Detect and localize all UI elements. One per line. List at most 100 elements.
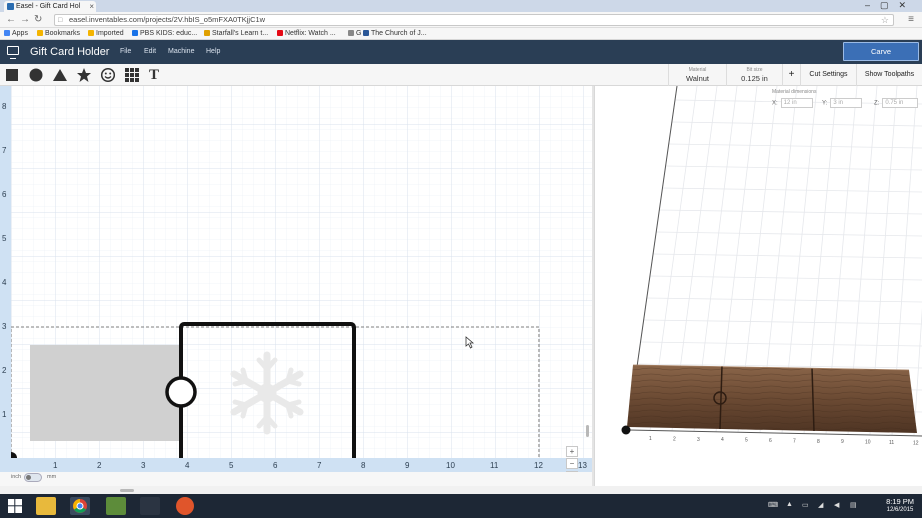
forward-icon[interactable]: →	[20, 14, 30, 26]
bookmark-pbs-kids[interactable]: PBS KIDS: educ...	[132, 28, 197, 39]
project-title[interactable]: Gift Card Holder	[30, 46, 109, 58]
bookmark-bookmarks[interactable]: Bookmarks	[37, 28, 80, 39]
menu-edit[interactable]: Edit	[144, 48, 156, 55]
y-tick: 3	[2, 322, 7, 331]
clock-time: 8:19 PM	[886, 497, 914, 506]
vertical-scrollbar[interactable]	[586, 425, 589, 437]
reload-icon[interactable]: ↻	[34, 14, 42, 26]
smiley-tool-icon[interactable]	[100, 67, 116, 83]
tab-title: Easel - Gift Card Hol	[16, 3, 81, 10]
close-tab-icon[interactable]: ×	[89, 1, 94, 12]
notification-icon[interactable]: ▤	[850, 501, 857, 509]
menu-machine[interactable]: Machine	[168, 48, 194, 55]
preview-3d-grid: 1 2 3 4 5 6 7 8 9 10 11 12	[621, 86, 922, 446]
dim-z-input[interactable]: 0.75 in	[882, 98, 919, 108]
bookmark-apps[interactable]: Apps	[4, 28, 28, 39]
triangle-tool-icon[interactable]	[52, 67, 68, 83]
app-orange-icon[interactable]	[176, 497, 194, 515]
preview-x-tick: 12	[913, 440, 919, 446]
bit-size-selector[interactable]: Bit size 0.125 in	[726, 64, 782, 86]
browser-tab[interactable]: Easel - Gift Card Hol ×	[4, 1, 96, 12]
zoom-out-button[interactable]: −	[566, 458, 578, 469]
finger-notch-circle[interactable]	[165, 376, 197, 408]
url-text: easel.inventables.com/projects/2V.hbIS_o…	[69, 15, 266, 24]
x-tick: 13	[578, 461, 587, 470]
material-selector[interactable]: Material Walnut	[668, 64, 726, 86]
x-tick: 3	[141, 461, 146, 470]
star-tool-icon[interactable]	[76, 67, 92, 83]
back-icon[interactable]: ←	[6, 14, 16, 26]
gift-card-shape[interactable]	[30, 345, 180, 441]
app-header: Gift Card Holder File Edit Machine Help …	[0, 40, 922, 64]
y-tick: 1	[2, 410, 7, 419]
windows-start-icon[interactable]	[8, 499, 22, 513]
window-controls[interactable]: –▢✕	[865, 0, 916, 11]
browser-menu-icon[interactable]: ≡	[908, 14, 914, 25]
screen: Easel - Gift Card Hol × –▢✕ ← → ↻ □ ease…	[0, 0, 922, 518]
carve-button[interactable]: Carve	[843, 42, 919, 61]
battery-icon[interactable]: ▭	[802, 501, 809, 509]
volume-icon[interactable]: ◀	[834, 501, 839, 509]
windows-taskbar: ⌨ ▲ ▭ ◢ ◀ ▤ 8:19 PM 12/6/2015	[0, 494, 922, 518]
horizontal-ruler: 1 2 3 4 5 6 7 8 9 10 11 12 13	[0, 458, 592, 472]
grid-tool-icon[interactable]	[124, 67, 140, 83]
chrome-taskbar-button[interactable]	[70, 497, 90, 515]
x-tick: 1	[53, 461, 58, 470]
bookmark-church[interactable]: The Church of J...	[363, 28, 427, 39]
material-label: Material	[688, 67, 707, 73]
page-icon: □	[58, 17, 63, 24]
square-tool-icon[interactable]	[4, 67, 20, 83]
dim-x-field[interactable]: X: 12 in	[772, 98, 813, 108]
shape-toolbar: T Material Walnut Bit size 0.125 in + Cu…	[0, 64, 922, 86]
cut-settings-button[interactable]: Cut Settings	[800, 64, 856, 86]
dim-z-field[interactable]: Z: 0.75 in	[874, 98, 919, 108]
x-tick: 8	[361, 461, 366, 470]
clock-date: 12/6/2015	[886, 507, 914, 513]
x-tick: 6	[273, 461, 278, 470]
material-dimensions-label: Material dimensions	[772, 89, 817, 95]
x-tick: 2	[97, 461, 102, 470]
preview-x-tick: 5	[745, 438, 748, 444]
network-icon[interactable]: ◢	[818, 501, 823, 509]
app-taskbar-icon[interactable]	[140, 497, 160, 515]
bit-size-value: 0.125 in	[741, 74, 768, 83]
unit-mm-label: mm	[47, 474, 57, 480]
y-tick: 8	[2, 102, 7, 111]
zoom-in-button[interactable]: +	[566, 446, 578, 457]
y-tick: 2	[2, 366, 7, 375]
url-input[interactable]: □ easel.inventables.com/projects/2V.hbIS…	[54, 14, 894, 26]
minecraft-icon[interactable]	[106, 497, 126, 515]
bookmark-google[interactable]: G	[348, 28, 361, 39]
x-tick: 9	[405, 461, 410, 470]
horizontal-scrollbar[interactable]	[120, 489, 134, 492]
preview-origin-marker	[621, 425, 631, 435]
circle-tool-icon[interactable]	[28, 67, 44, 83]
tray-expand-icon[interactable]: ▲	[786, 501, 793, 508]
units-bar: inch mm	[0, 472, 592, 486]
dim-y-input[interactable]: 3 in	[830, 98, 863, 108]
file-explorer-icon[interactable]	[36, 497, 56, 515]
bit-size-label: Bit size	[746, 67, 763, 73]
menu-file[interactable]: File	[120, 48, 131, 55]
bookmark-imported[interactable]: Imported	[88, 28, 124, 39]
dim-z-label: Z:	[874, 100, 880, 107]
menu-help[interactable]: Help	[206, 48, 220, 55]
add-bit-button[interactable]: +	[782, 64, 800, 86]
bookmark-star-icon[interactable]: ☆	[881, 15, 889, 25]
y-tick: 4	[2, 278, 7, 287]
show-toolpaths-button[interactable]: Show Toolpaths	[856, 64, 922, 86]
preview-3d-panel[interactable]: 1 2 3 4 5 6 7 8 9 10 11 12	[594, 86, 922, 486]
taskbar-clock[interactable]: 8:19 PM 12/6/2015	[886, 497, 914, 515]
monitor-icon[interactable]	[7, 46, 19, 59]
bookmark-starfall[interactable]: Starfall's Learn t...	[204, 28, 268, 39]
keyboard-icon[interactable]: ⌨	[768, 501, 778, 509]
text-tool-icon[interactable]: T	[149, 67, 165, 83]
mouse-cursor-icon	[465, 336, 475, 349]
dim-x-input[interactable]: 12 in	[780, 98, 813, 108]
snowflake-icon[interactable]	[230, 351, 304, 435]
preview-x-tick: 6	[769, 438, 772, 444]
dim-y-field[interactable]: Y: 3 in	[822, 98, 863, 108]
preview-x-tick: 3	[697, 437, 700, 443]
unit-toggle[interactable]	[24, 473, 42, 482]
bookmark-netflix[interactable]: Netflix: Watch ...	[277, 28, 336, 39]
